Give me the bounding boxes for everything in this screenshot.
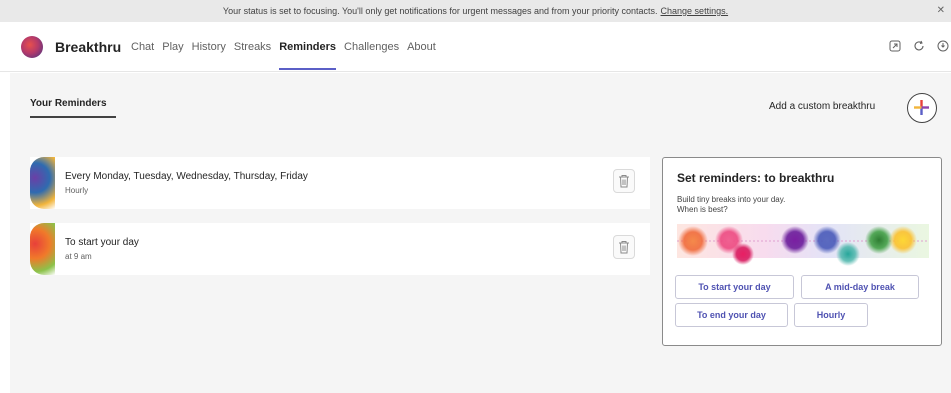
- reminder-card[interactable]: Every Monday, Tuesday, Wednesday, Thursd…: [30, 157, 650, 209]
- tab-challenges[interactable]: Challenges: [344, 41, 399, 53]
- description-line: Build tiny breaks into your day.: [677, 195, 786, 204]
- reminder-color-strip: [30, 157, 55, 209]
- reminder-card[interactable]: To start your day at 9 am: [30, 223, 650, 275]
- description-line: When is best?: [677, 205, 728, 214]
- refresh-icon[interactable]: [913, 40, 925, 52]
- status-message: Your status is set to focusing. You'll o…: [222, 6, 658, 16]
- add-custom-breakthru-button[interactable]: [907, 93, 937, 123]
- app-title: Breakthru: [55, 39, 122, 55]
- tab-chat[interactable]: Chat: [131, 41, 154, 53]
- change-settings-link[interactable]: Change settings.: [661, 6, 729, 16]
- reminder-frequency: at 9 am: [65, 252, 92, 261]
- delete-reminder-button[interactable]: [613, 169, 635, 193]
- header-actions: [889, 40, 949, 52]
- breakthru-logo-icon: [21, 36, 43, 58]
- add-custom-breakthru-label[interactable]: Add a custom breakthru: [769, 101, 875, 112]
- close-icon[interactable]: ✕: [937, 5, 945, 16]
- tab-play[interactable]: Play: [162, 41, 183, 53]
- option-start-day-button[interactable]: To start your day: [675, 275, 794, 299]
- tab-streaks[interactable]: Streaks: [234, 41, 271, 53]
- reminder-color-strip: [30, 223, 55, 275]
- your-reminders-heading: Your Reminders: [30, 98, 107, 109]
- reminder-frequency: Hourly: [65, 186, 89, 195]
- option-end-day-button[interactable]: To end your day: [675, 303, 788, 327]
- set-reminders-panel: Set reminders: to breakthru Build tiny b…: [662, 157, 942, 346]
- reminder-title: To start your day: [65, 237, 139, 248]
- trash-icon: [619, 241, 629, 254]
- main-content: Your Reminders Add a custom breakthru Ev…: [10, 73, 951, 393]
- status-notification-bar: Your status is set to focusing. You'll o…: [0, 0, 951, 22]
- heading-underline: [30, 116, 116, 118]
- set-reminders-description: Build tiny breaks into your day. When is…: [677, 195, 877, 215]
- tab-about[interactable]: About: [407, 41, 436, 53]
- nav-tabs: Chat Play History Streaks Reminders Chal…: [131, 41, 444, 70]
- plus-icon: [914, 100, 929, 115]
- set-reminders-title: Set reminders: to breakthru: [677, 171, 835, 185]
- tab-history[interactable]: History: [192, 41, 226, 53]
- option-midday-break-button[interactable]: A mid-day break: [801, 275, 919, 299]
- tab-reminders[interactable]: Reminders: [279, 41, 336, 70]
- shield-icon[interactable]: [937, 40, 949, 52]
- app-header: Breakthru Chat Play History Streaks Remi…: [0, 22, 951, 72]
- colorful-dots-illustration: [677, 224, 929, 266]
- reminder-title: Every Monday, Tuesday, Wednesday, Thursd…: [65, 171, 308, 182]
- delete-reminder-button[interactable]: [613, 235, 635, 259]
- option-hourly-button[interactable]: Hourly: [794, 303, 868, 327]
- popout-icon[interactable]: [889, 40, 901, 52]
- trash-icon: [619, 175, 629, 188]
